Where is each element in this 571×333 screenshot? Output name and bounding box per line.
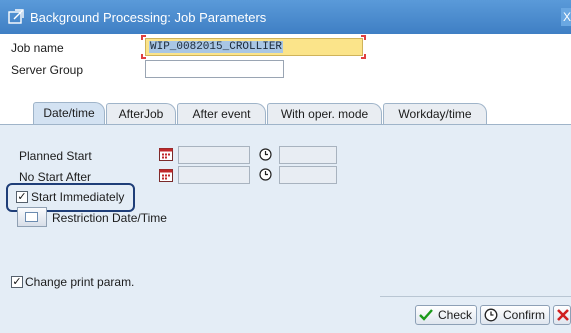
cancel-icon (557, 309, 569, 321)
tab-after-job[interactable]: AfterJob (106, 103, 176, 124)
server-group-label: Server Group (11, 63, 84, 77)
required-marker (141, 54, 146, 59)
clock-icon[interactable] (259, 168, 272, 181)
tab-workday-time[interactable]: Workday/time (383, 103, 487, 124)
close-icon: X (563, 10, 571, 24)
footer-divider (380, 296, 571, 297)
check-icon (419, 309, 433, 321)
no-start-after-label: No Start After (19, 170, 92, 184)
close-button[interactable]: X (561, 8, 571, 26)
tab-label: With oper. mode (280, 107, 369, 121)
change-print-param-checkbox[interactable]: ✓ (11, 276, 23, 288)
start-immediately-label: Start Immediately (31, 190, 125, 204)
no-start-after-time-input[interactable] (279, 166, 337, 184)
required-marker (361, 54, 366, 59)
tab-label: Date/time (43, 106, 95, 120)
required-marker (361, 35, 366, 40)
cancel-button[interactable] (553, 305, 571, 325)
restriction-icon (25, 212, 38, 222)
planned-start-label: Planned Start (19, 149, 92, 163)
tab-after-event[interactable]: After event (177, 103, 266, 124)
tab-label: AfterJob (118, 107, 164, 121)
calendar-icon[interactable] (159, 147, 173, 161)
title-bar: Background Processing: Job Parameters X (0, 0, 571, 34)
restriction-label: Restriction Date/Time (52, 211, 167, 225)
change-print-param-label: Change print param. (25, 275, 135, 289)
start-immediately-checkbox[interactable]: ✓ (16, 191, 28, 203)
confirm-button[interactable]: Confirm (480, 305, 550, 325)
no-start-after-date-input[interactable] (178, 166, 250, 184)
server-group-input[interactable] (145, 60, 284, 78)
window-icon (8, 9, 24, 24)
calendar-icon[interactable] (159, 168, 173, 182)
clock-icon[interactable] (259, 148, 272, 161)
planned-start-time-input[interactable] (279, 146, 337, 164)
job-name-input[interactable]: WIP_0082015_CROLLIER (145, 38, 363, 56)
job-name-label: Job name (11, 41, 64, 55)
job-name-value: WIP_0082015_CROLLIER (149, 41, 284, 53)
confirm-button-label: Confirm (503, 308, 546, 322)
planned-start-date-input[interactable] (178, 146, 250, 164)
required-marker (141, 35, 146, 40)
check-button-label: Check (438, 308, 473, 322)
tab-with-oper-mode[interactable]: With oper. mode (267, 103, 382, 124)
tab-label: After event (192, 107, 251, 121)
window-title: Background Processing: Job Parameters (30, 9, 267, 25)
confirm-icon (484, 308, 498, 322)
check-button[interactable]: Check (415, 305, 477, 325)
tab-label: Workday/time (398, 107, 472, 121)
tab-date-time[interactable]: Date/time (33, 102, 105, 125)
restriction-button[interactable] (17, 207, 47, 227)
